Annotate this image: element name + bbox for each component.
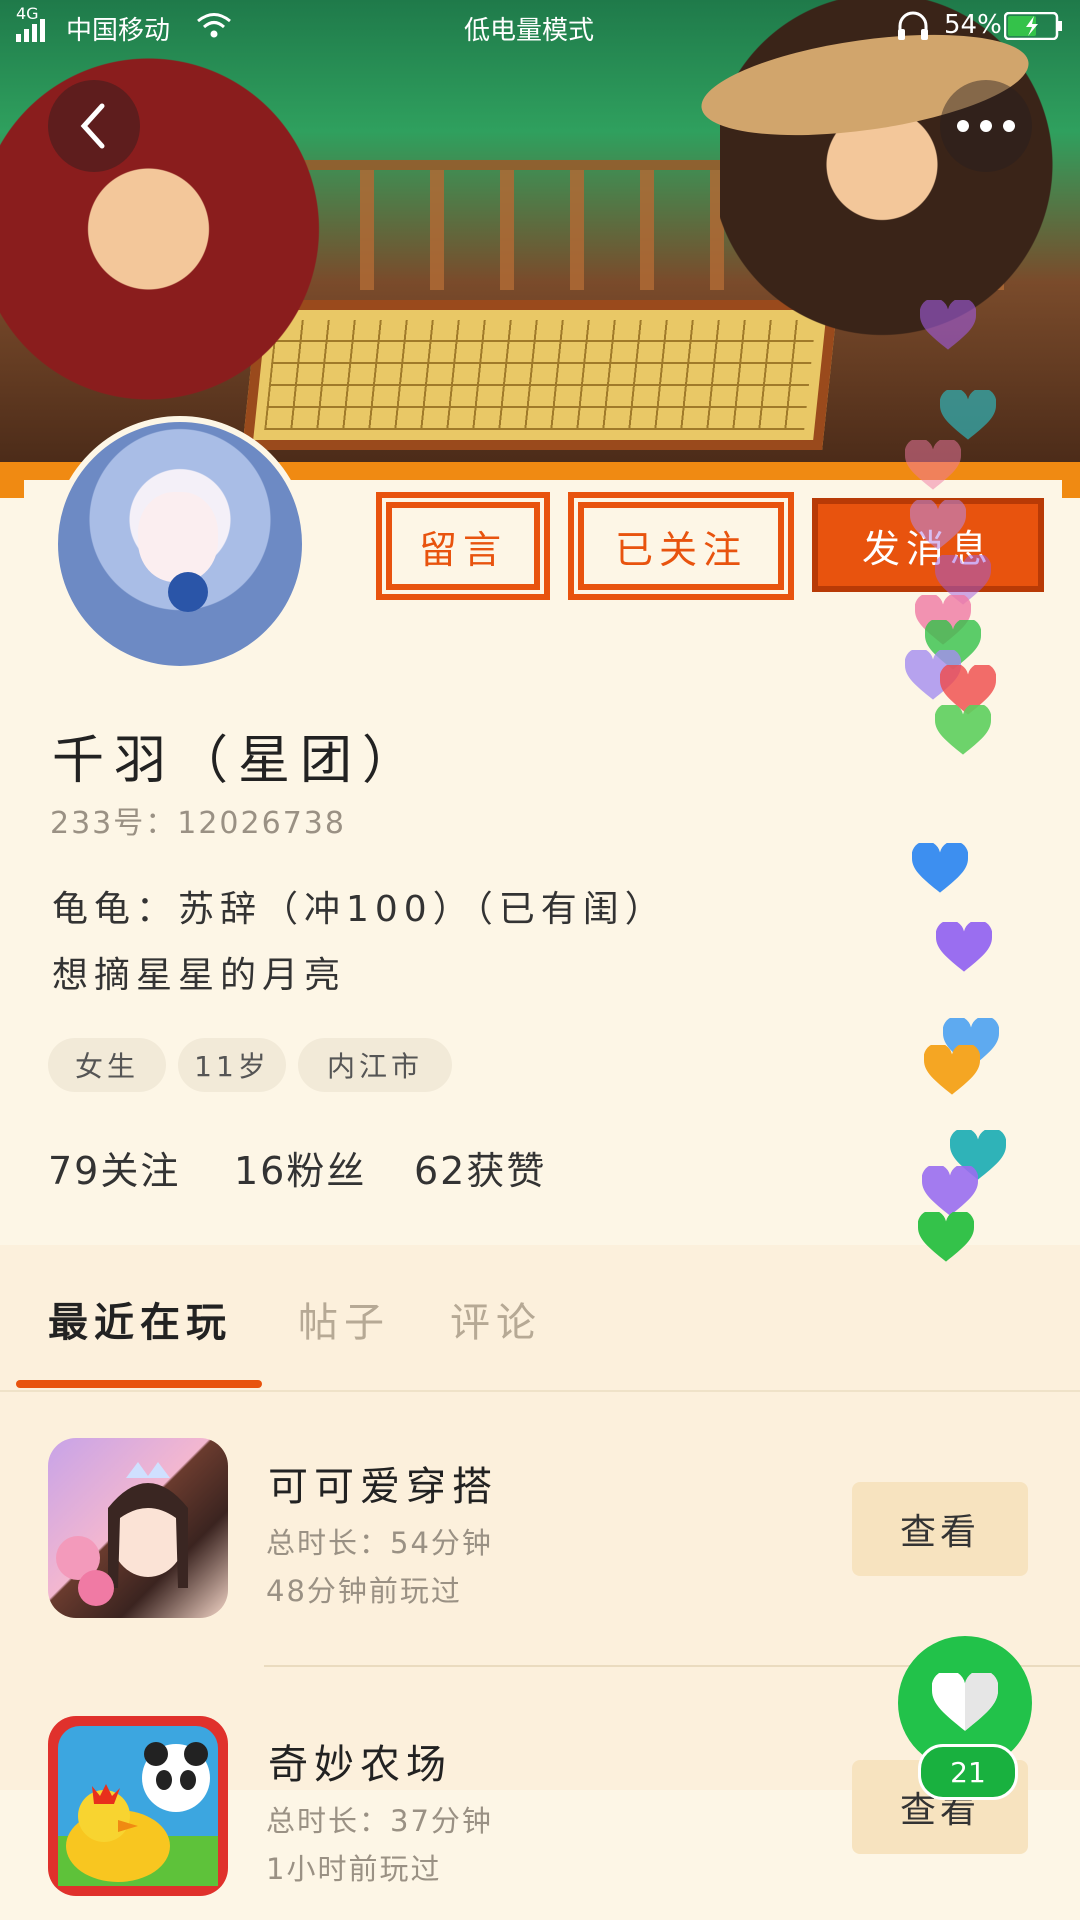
tag-gender: 女生 bbox=[48, 1038, 166, 1092]
view-game-button[interactable]: 查看 bbox=[852, 1482, 1028, 1576]
banner-character-left bbox=[0, 40, 330, 460]
bio-line-1: 龟龟：苏辞（冲100）（已有闺） bbox=[52, 889, 667, 930]
followed-button[interactable]: 已关注 bbox=[578, 502, 784, 590]
floating-heart-icon bbox=[935, 705, 991, 755]
battery-percent: 54% bbox=[944, 10, 1002, 40]
wifi-icon bbox=[196, 12, 232, 47]
more-dots-icon bbox=[957, 120, 1015, 132]
headphone-icon bbox=[896, 10, 930, 49]
banner-edge-notch-left bbox=[0, 462, 24, 498]
heart-icon bbox=[932, 1673, 998, 1731]
game-duration: 总时长：37分钟 bbox=[266, 1804, 493, 1838]
tag-city: 内江市 bbox=[298, 1038, 452, 1092]
floating-heart-icon bbox=[924, 1045, 980, 1095]
signal-icon bbox=[16, 18, 54, 49]
fans-count[interactable]: 16粉丝 bbox=[234, 1140, 366, 1195]
game-title: 可可爱穿搭 bbox=[268, 1464, 498, 1510]
floating-heart-icon bbox=[910, 500, 966, 550]
tab-divider bbox=[0, 1390, 1080, 1392]
game-title: 奇妙农场 bbox=[268, 1742, 452, 1788]
floating-heart-icon bbox=[922, 1166, 978, 1216]
game-icon-dressup[interactable] bbox=[48, 1438, 228, 1618]
floating-heart-icon bbox=[920, 300, 976, 350]
like-count: 21 bbox=[918, 1744, 1018, 1800]
banner-edge-notch-right bbox=[1062, 462, 1080, 498]
floating-heart-icon bbox=[905, 440, 961, 490]
game-last-played: 48分钟前玩过 bbox=[266, 1574, 462, 1608]
floating-heart-icon bbox=[912, 843, 968, 893]
tab-comments[interactable]: 评论 bbox=[450, 1290, 542, 1348]
tab-posts[interactable]: 帖子 bbox=[298, 1290, 390, 1348]
carrier-name: 中国移动 bbox=[66, 16, 171, 46]
game-last-played: 1小时前玩过 bbox=[266, 1852, 442, 1886]
avatar-face bbox=[138, 492, 218, 582]
floating-heart-icon bbox=[936, 922, 992, 972]
back-chevron-icon bbox=[80, 103, 105, 149]
battery-icon bbox=[1003, 11, 1064, 47]
active-tab-indicator bbox=[16, 1380, 262, 1388]
game-icon-farm[interactable] bbox=[48, 1716, 228, 1896]
back-button[interactable] bbox=[48, 80, 140, 172]
message-board-button[interactable]: 留言 bbox=[386, 502, 540, 590]
tag-age: 11岁 bbox=[178, 1038, 286, 1092]
floating-heart-icon bbox=[940, 390, 996, 440]
avatar-flower bbox=[168, 572, 208, 612]
game-art-dressup bbox=[56, 1462, 188, 1606]
floating-heart-icon bbox=[918, 1212, 974, 1262]
likes-count: 62获赞 bbox=[414, 1149, 547, 1193]
more-button[interactable] bbox=[940, 80, 1032, 172]
profile-id: 233号：12026738 bbox=[50, 806, 346, 841]
bio-line-2: 想摘星星的月亮 bbox=[52, 955, 347, 996]
profile-name: 千羽（星团） bbox=[52, 731, 425, 791]
low-power-mode: 低电量模式 bbox=[464, 16, 595, 46]
game-art-farm bbox=[58, 1726, 218, 1886]
tab-recently-played[interactable]: 最近在玩 bbox=[48, 1290, 232, 1348]
profile-banner-image bbox=[0, 0, 1080, 470]
status-bar: 4G 中国移动 低电量模式 54% bbox=[0, 0, 1080, 50]
game-duration: 总时长：54分钟 bbox=[266, 1526, 493, 1560]
avatar[interactable] bbox=[52, 416, 308, 672]
following-count[interactable]: 79关注 bbox=[48, 1140, 180, 1195]
